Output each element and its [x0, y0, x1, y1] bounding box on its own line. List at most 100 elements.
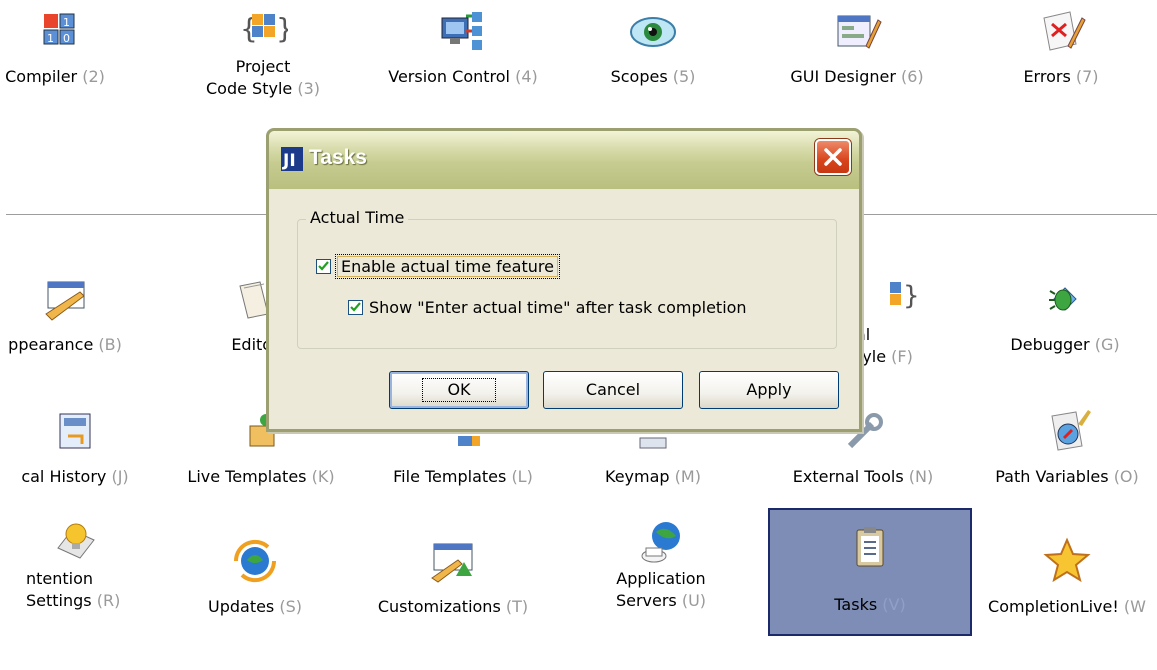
apply-button[interactable]: Apply: [699, 371, 839, 409]
settings-item-completionlive[interactable]: CompletionLive! (W: [972, 530, 1157, 650]
mnemonic: (7): [1075, 67, 1099, 86]
mnemonic: (6): [901, 67, 924, 86]
settings-item-label: External Tools: [792, 467, 904, 486]
enable-actual-time-checkbox[interactable]: [316, 259, 331, 274]
mnemonic: (W: [1123, 597, 1146, 616]
settings-item-label: Path Variables: [995, 467, 1109, 486]
svg-text:}: }: [276, 12, 288, 45]
settings-item-application-servers[interactable]: Application Servers (U): [566, 512, 756, 632]
show-enter-actual-time-row[interactable]: Show "Enter actual time" after task comp…: [348, 298, 747, 317]
actual-time-group: Actual Time Enable actual time feature S…: [297, 208, 837, 349]
settings-item-label: GUI Designer: [790, 67, 896, 86]
application-servers-icon: [636, 518, 686, 568]
settings-item-label: File Templates: [393, 467, 507, 486]
global-code-style-icon: }: [870, 274, 920, 324]
settings-item-tasks[interactable]: Tasks (V): [768, 508, 972, 636]
enable-actual-time-row[interactable]: Enable actual time feature: [316, 254, 560, 279]
settings-item-label: ppearance: [8, 335, 94, 354]
settings-item-label: CompletionLive!: [988, 597, 1119, 616]
mnemonic: (B): [98, 335, 122, 354]
settings-item-label: Live Templates: [187, 467, 307, 486]
settings-item-scopes[interactable]: Scopes (5): [558, 0, 748, 120]
svg-text:1: 1: [47, 32, 54, 45]
checkmark-icon: [318, 261, 329, 271]
mnemonic: (4): [515, 67, 538, 86]
mnemonic: (N): [908, 467, 934, 486]
updates-icon: [230, 536, 280, 586]
svg-text:}: }: [903, 281, 920, 311]
mnemonic: (L): [511, 467, 533, 486]
settings-item-path-variables[interactable]: Path Variables (O): [972, 400, 1157, 520]
appearance-icon: [40, 274, 90, 324]
errors-icon: [1036, 6, 1086, 56]
settings-item-label: Updates: [207, 597, 275, 616]
mnemonic: (3): [297, 79, 320, 98]
local-history-icon: [50, 406, 100, 456]
group-label: Actual Time: [306, 208, 409, 227]
show-enter-actual-time-checkbox[interactable]: [348, 300, 363, 315]
tasks-dialog: JI Tasks Actual Time Enable actual time …: [266, 128, 862, 432]
intention-settings-icon: [50, 518, 100, 568]
settings-item-label: Project Code Style: [206, 57, 293, 98]
ok-button[interactable]: OK: [389, 371, 529, 409]
customizations-icon: [428, 536, 478, 586]
cancel-button[interactable]: Cancel: [543, 371, 683, 409]
settings-item-local-history[interactable]: cal History (J): [0, 400, 170, 520]
mnemonic: (G): [1094, 335, 1120, 354]
svg-text:1: 1: [63, 16, 70, 29]
scopes-icon: [628, 6, 678, 56]
dialog-title: Tasks: [309, 146, 367, 169]
path-variables-icon: [1042, 406, 1092, 456]
settings-item-debugger[interactable]: Debugger (G): [970, 268, 1157, 388]
gui-designer-icon: [832, 6, 882, 56]
settings-item-appearance[interactable]: ppearance (B): [0, 268, 160, 388]
tasks-icon: [845, 522, 895, 572]
enable-actual-time-label[interactable]: Enable actual time feature: [335, 254, 560, 279]
checkmark-icon: [350, 302, 361, 312]
mnemonic: (U): [681, 591, 707, 610]
mnemonic: (T): [505, 597, 529, 616]
settings-item-intention-settings[interactable]: ntention Settings (R): [0, 512, 170, 632]
settings-item-label: Customizations: [377, 597, 501, 616]
settings-item-label: Keymap: [605, 467, 670, 486]
completionlive-icon: [1042, 536, 1092, 586]
mnemonic: (J): [111, 467, 129, 486]
mnemonic: (2): [82, 67, 105, 86]
settings-item-updates[interactable]: Updates (S): [160, 530, 350, 650]
mnemonic: (V): [882, 595, 906, 614]
settings-item-label: Errors: [1023, 67, 1071, 86]
show-enter-actual-time-label[interactable]: Show "Enter actual time" after task comp…: [369, 298, 747, 317]
cancel-button-label: Cancel: [585, 380, 641, 399]
settings-item-project-code-style[interactable]: {} Project Code Style (3): [168, 0, 358, 120]
mnemonic: (F): [891, 347, 913, 366]
compiler-icon: 110: [30, 6, 80, 56]
settings-window: 110 Compiler (2) {} Project Code Style (…: [0, 0, 1157, 670]
settings-item-label: ntention Settings: [26, 569, 94, 610]
mnemonic: (O): [1113, 467, 1139, 486]
mnemonic: (M): [674, 467, 701, 486]
mnemonic: (K): [311, 467, 335, 486]
project-code-style-icon: {}: [238, 6, 294, 56]
intellij-app-icon: JI: [281, 147, 303, 171]
settings-item-compiler[interactable]: 110 Compiler (2): [0, 0, 150, 120]
settings-item-gui-designer[interactable]: GUI Designer (6): [762, 0, 952, 120]
settings-item-version-control[interactable]: Version Control (4): [368, 0, 558, 120]
svg-text:JI: JI: [282, 151, 296, 171]
settings-item-label: Tasks: [834, 595, 878, 614]
ok-button-label: OK: [422, 378, 496, 402]
mnemonic: (R): [96, 591, 121, 610]
version-control-icon: [438, 6, 488, 56]
settings-item-label: Debugger: [1010, 335, 1090, 354]
settings-item-customizations[interactable]: Customizations (T): [358, 530, 548, 650]
apply-button-label: Apply: [746, 380, 792, 399]
settings-item-label: Scopes: [610, 67, 668, 86]
debugger-icon: [1040, 274, 1090, 324]
svg-text:0: 0: [63, 32, 70, 45]
settings-item-label: cal History: [21, 467, 107, 486]
settings-item-errors[interactable]: Errors (7): [966, 0, 1156, 120]
close-icon: [824, 148, 842, 166]
dialog-titlebar[interactable]: JI Tasks: [269, 131, 859, 189]
settings-item-label: Compiler: [5, 67, 78, 86]
settings-item-label: Version Control: [388, 67, 510, 86]
close-button[interactable]: [815, 139, 851, 175]
